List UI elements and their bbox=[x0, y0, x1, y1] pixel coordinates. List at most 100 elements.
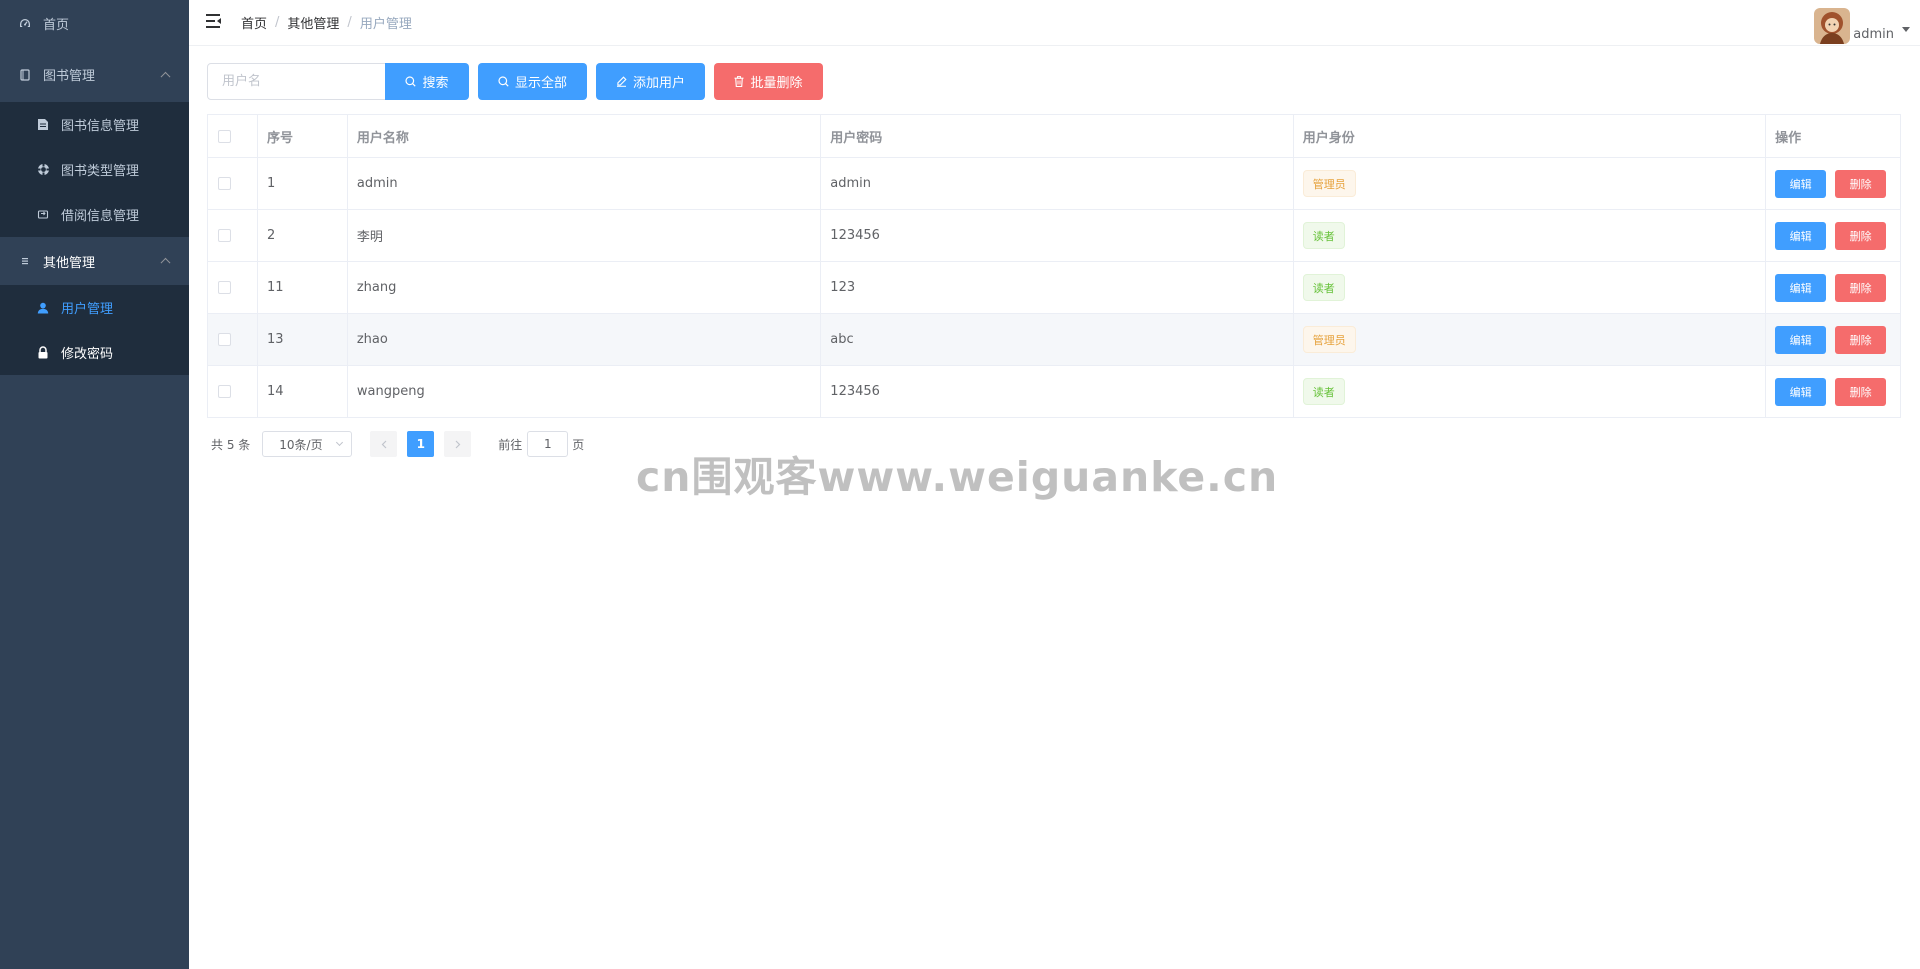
sidebar-item-label: 图书信息管理 bbox=[61, 119, 140, 134]
sidebar-item-change-password[interactable]: 修改密码 bbox=[0, 330, 189, 375]
goto-page-input[interactable] bbox=[527, 431, 569, 457]
trash-icon bbox=[734, 76, 744, 87]
sidebar-item-book-info[interactable]: 图书信息管理 bbox=[0, 102, 189, 147]
list-icon bbox=[18, 254, 32, 268]
sidebar-item-book-type[interactable]: 图书类型管理 bbox=[0, 147, 189, 192]
cell-password: 123456 bbox=[830, 384, 880, 399]
breadcrumb-home[interactable]: 首页 bbox=[241, 13, 267, 32]
sidebar-item-label: 借阅信息管理 bbox=[61, 209, 140, 224]
cell-name: 李明 bbox=[356, 230, 383, 245]
breadcrumb-other[interactable]: 其他管理 bbox=[287, 13, 339, 32]
page-size-value: 10条/页 bbox=[279, 437, 323, 452]
row-checkbox[interactable] bbox=[218, 333, 231, 346]
role-tag: 管理员 bbox=[1302, 170, 1356, 197]
sidebar-item-borrow-info[interactable]: 借阅信息管理 bbox=[0, 192, 189, 237]
column-header-name: 用户名称 bbox=[356, 130, 409, 146]
breadcrumb-separator: / bbox=[347, 15, 352, 30]
search-button[interactable]: 搜索 bbox=[385, 63, 469, 100]
breadcrumb: 首页 / 其他管理 / 用户管理 bbox=[241, 13, 412, 32]
batch-delete-button[interactable]: 批量删除 bbox=[714, 63, 823, 100]
sidebar-group-books[interactable]: 图书管理 bbox=[0, 47, 189, 102]
cell-id: 11 bbox=[266, 280, 284, 295]
role-tag: 读者 bbox=[1302, 378, 1345, 405]
row-checkbox[interactable] bbox=[218, 177, 231, 190]
sidebar-item-home[interactable]: 首页 bbox=[0, 0, 189, 47]
pagination-total: 共 5 条 bbox=[211, 437, 251, 452]
edit-button[interactable]: 编辑 bbox=[1775, 221, 1827, 250]
column-header-id: 序号 bbox=[266, 130, 293, 146]
show-all-button[interactable]: 显示全部 bbox=[478, 63, 587, 100]
sidebar-item-label: 修改密码 bbox=[61, 347, 114, 362]
edit-button[interactable]: 编辑 bbox=[1775, 377, 1827, 406]
cell-id: 1 bbox=[266, 176, 276, 191]
delete-button[interactable]: 删除 bbox=[1835, 325, 1887, 354]
table-row: 11 zhang 123 读者 编辑 删除 bbox=[208, 262, 1900, 314]
table-header: 序号 用户名称 用户密码 用户身份 操作 bbox=[208, 115, 1900, 158]
pagination: 共 5 条 10条/页 1 前往 页 bbox=[211, 431, 584, 457]
cell-password: admin bbox=[830, 176, 872, 191]
breadcrumb-separator: / bbox=[275, 15, 280, 30]
search-icon bbox=[405, 76, 417, 87]
add-user-button[interactable]: 添加用户 bbox=[596, 63, 705, 100]
edit-button[interactable]: 编辑 bbox=[1775, 169, 1827, 198]
document-icon bbox=[36, 118, 50, 132]
column-header-actions: 操作 bbox=[1775, 130, 1802, 146]
cell-password: 123 bbox=[830, 280, 856, 295]
watermark: cn围观客www.weiguanke.cn bbox=[636, 453, 1279, 501]
navbar: 首页 / 其他管理 / 用户管理 admin bbox=[189, 0, 1920, 46]
delete-button[interactable]: 删除 bbox=[1835, 221, 1887, 250]
edit-button[interactable]: 编辑 bbox=[1775, 273, 1827, 302]
user-name: admin bbox=[1853, 27, 1894, 42]
sidebar-group-label: 其他管理 bbox=[43, 255, 96, 271]
search-button-label: 搜索 bbox=[422, 76, 449, 91]
cell-name: admin bbox=[356, 176, 398, 191]
goto-label: 前往 bbox=[498, 437, 523, 452]
cell-id: 14 bbox=[266, 384, 284, 399]
sidebar-item-user-management[interactable]: 用户管理 bbox=[0, 285, 189, 330]
page-number-button[interactable]: 1 bbox=[407, 431, 435, 457]
cell-name: zhao bbox=[356, 332, 388, 347]
prev-page-button[interactable] bbox=[370, 431, 398, 457]
column-header-role: 用户身份 bbox=[1302, 130, 1355, 146]
exchange-icon bbox=[36, 208, 50, 222]
cell-name: wangpeng bbox=[356, 384, 425, 399]
edit-button[interactable]: 编辑 bbox=[1775, 325, 1827, 354]
chevron-down-icon bbox=[336, 438, 344, 447]
search-input[interactable] bbox=[207, 63, 387, 100]
sidebar-item-label: 首页 bbox=[43, 18, 70, 33]
lock-icon bbox=[36, 346, 50, 360]
batch-delete-button-label: 批量删除 bbox=[750, 76, 803, 91]
role-tag: 读者 bbox=[1302, 222, 1345, 249]
chevron-up-icon bbox=[160, 71, 171, 82]
row-checkbox[interactable] bbox=[218, 229, 231, 242]
chevron-left-icon bbox=[381, 440, 387, 448]
select-all-checkbox[interactable] bbox=[218, 129, 231, 143]
cell-id: 2 bbox=[266, 228, 276, 243]
table-row: 2 李明 123456 读者 编辑 删除 bbox=[208, 210, 1900, 262]
cell-password: abc bbox=[830, 332, 854, 347]
add-user-button-label: 添加用户 bbox=[632, 76, 685, 91]
role-tag: 管理员 bbox=[1302, 326, 1356, 353]
cell-id: 13 bbox=[266, 332, 284, 347]
menu-fold-icon[interactable] bbox=[206, 14, 222, 28]
sidebar-item-label: 图书类型管理 bbox=[61, 164, 140, 179]
row-checkbox[interactable] bbox=[218, 385, 231, 398]
sidebar-group-other[interactable]: 其他管理 bbox=[0, 237, 189, 285]
search-icon bbox=[498, 76, 509, 87]
edit-icon bbox=[616, 76, 627, 87]
delete-button[interactable]: 删除 bbox=[1835, 273, 1887, 302]
sidebar: 首页 图书管理 图书信息管理 图书类型管理 借阅信息管理 其他管理 用户管理 修… bbox=[0, 0, 189, 969]
submenu-other: 用户管理 修改密码 bbox=[0, 285, 189, 375]
caret-down-icon bbox=[1902, 27, 1910, 32]
row-checkbox[interactable] bbox=[218, 281, 231, 294]
next-page-button[interactable] bbox=[444, 431, 472, 457]
user-dropdown[interactable]: admin bbox=[1814, 4, 1910, 44]
lifebuoy-icon bbox=[36, 163, 50, 177]
user-table: 序号 用户名称 用户密码 用户身份 操作 1 admin admin 管理员 编… bbox=[207, 114, 1901, 418]
page-size-select[interactable]: 10条/页 bbox=[262, 431, 353, 457]
submenu-books: 图书信息管理 图书类型管理 借阅信息管理 bbox=[0, 102, 189, 237]
breadcrumb-current: 用户管理 bbox=[359, 17, 412, 32]
delete-button[interactable]: 删除 bbox=[1835, 377, 1887, 406]
table-row: 14 wangpeng 123456 读者 编辑 删除 bbox=[208, 366, 1900, 418]
delete-button[interactable]: 删除 bbox=[1835, 169, 1887, 198]
